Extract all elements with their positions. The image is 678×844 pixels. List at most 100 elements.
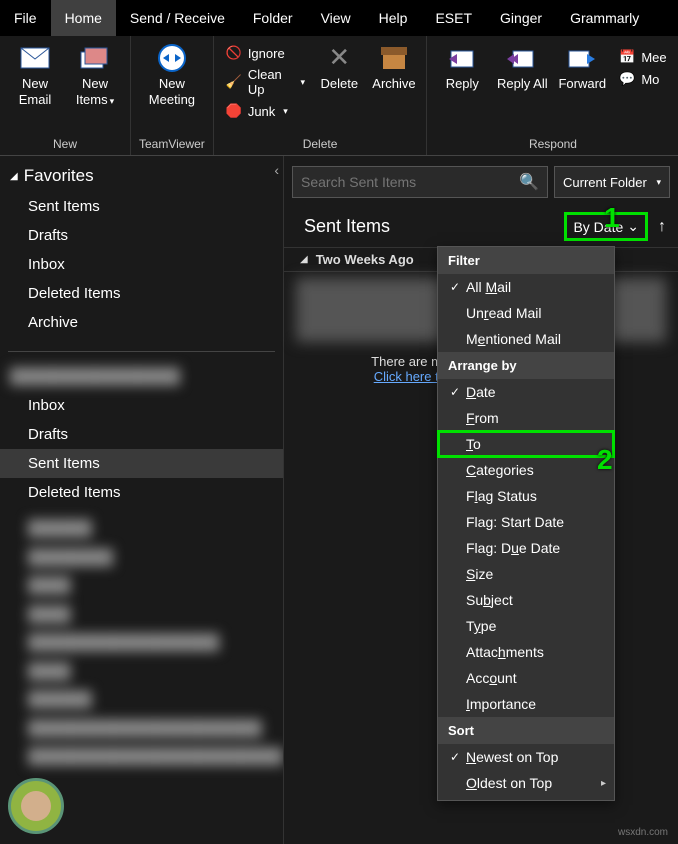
tab-send-receive[interactable]: Send / Receive xyxy=(116,0,239,36)
tab-grammarly[interactable]: Grammarly xyxy=(556,0,653,36)
fav-inbox[interactable]: Inbox xyxy=(0,250,283,279)
tab-file[interactable]: File xyxy=(0,0,51,36)
menu-tabs: FileHomeSend / ReceiveFolderViewHelpESET… xyxy=(0,0,678,36)
ribbon-group-respond: Reply Reply All Forward 📅Mee 💬Mo Respond xyxy=(427,36,678,155)
callout-2: 2 xyxy=(597,444,613,476)
ribbon-group-delete: 🚫Ignore 🧹Clean Up▾ 🛑Junk▾ ✕ Delete Archi… xyxy=(214,36,428,155)
tab-ginger[interactable]: Ginger xyxy=(486,0,556,36)
ribbon-group-teamviewer: New Meeting TeamViewer xyxy=(131,36,214,155)
submenu-icon: ▸ xyxy=(601,778,606,789)
arrange-item-0[interactable]: ✓Date xyxy=(438,379,614,405)
divider xyxy=(8,351,275,352)
junk-icon: 🛑 xyxy=(226,103,242,119)
sort-item-1[interactable]: Oldest on Top▸ xyxy=(438,770,614,796)
tab-home[interactable]: Home xyxy=(51,0,116,36)
chevron-down-icon: ▾ xyxy=(656,177,661,188)
fav-archive[interactable]: Archive xyxy=(0,308,283,337)
watermark: wsxdn.com xyxy=(618,827,668,838)
ribbon-group-new: New Email New Items▾ New xyxy=(0,36,131,155)
tab-help[interactable]: Help xyxy=(365,0,422,36)
menu-header-filter: Filter xyxy=(438,247,614,274)
group-label-delete: Delete xyxy=(303,135,338,153)
arrange-item-9[interactable]: Type xyxy=(438,613,614,639)
folder-list: InboxDraftsSent ItemsDeleted Items xyxy=(0,391,283,515)
reply-all-button[interactable]: Reply All xyxy=(495,40,549,92)
delete-icon: ✕ xyxy=(323,42,355,74)
fav-deleted-items[interactable]: Deleted Items xyxy=(0,279,283,308)
folder-sent-items[interactable]: Sent Items xyxy=(0,449,283,478)
arrange-item-1[interactable]: From xyxy=(438,405,614,431)
tab-eset[interactable]: ESET xyxy=(421,0,486,36)
sort-item-0[interactable]: ✓Newest on Top xyxy=(438,744,614,770)
filter-item-0[interactable]: ✓All Mail xyxy=(438,274,614,300)
arrange-item-6[interactable]: Flag: Due Date xyxy=(438,535,614,561)
account-header[interactable]: ████████████████ xyxy=(0,358,283,391)
callout-1: 1 xyxy=(604,202,620,234)
menu-header-arrange: Arrange by xyxy=(438,352,614,379)
arrange-item-2[interactable]: To xyxy=(438,431,614,457)
chevron-down-icon: ◢ xyxy=(300,254,308,265)
delete-button[interactable]: ✕ Delete xyxy=(315,40,364,92)
new-email-button[interactable]: New Email xyxy=(8,40,62,107)
reply-icon xyxy=(446,42,478,74)
calendar-icon: 📅 xyxy=(619,49,635,65)
appuals-logo xyxy=(8,778,64,834)
folder-deleted-items[interactable]: Deleted Items xyxy=(0,478,283,507)
group-label-respond: Respond xyxy=(529,135,577,153)
collapse-handle-icon[interactable]: ‹ xyxy=(274,162,279,178)
favorites-list: Sent ItemsDraftsInboxDeleted ItemsArchiv… xyxy=(0,192,283,345)
folder-pane: ‹ ◢ Favorites Sent ItemsDraftsInboxDelet… xyxy=(0,156,284,844)
filter-item-2[interactable]: Mentioned Mail xyxy=(438,326,614,352)
arrange-item-4[interactable]: Flag Status xyxy=(438,483,614,509)
teamviewer-icon xyxy=(156,42,188,74)
folder-title: Sent Items xyxy=(304,216,390,237)
junk-button[interactable]: 🛑Junk▾ xyxy=(222,102,309,120)
chevron-down-icon: ◢ xyxy=(10,171,18,182)
new-meeting-button[interactable]: New Meeting xyxy=(141,40,203,107)
new-meeting-label: New Meeting xyxy=(141,76,203,107)
reply-button[interactable]: Reply xyxy=(435,40,489,92)
check-icon: ✓ xyxy=(444,385,466,399)
cleanup-button[interactable]: 🧹Clean Up▾ xyxy=(222,66,309,98)
forward-icon xyxy=(566,42,598,74)
ignore-button[interactable]: 🚫Ignore xyxy=(222,44,309,62)
new-items-button[interactable]: New Items▾ xyxy=(68,40,122,107)
chevron-down-icon: ⌄ xyxy=(627,218,639,235)
menu-header-sort: Sort xyxy=(438,717,614,744)
check-icon: ✓ xyxy=(444,750,466,764)
search-icon[interactable]: 🔍 xyxy=(519,172,539,192)
forward-button[interactable]: Forward xyxy=(555,40,609,92)
arrange-item-5[interactable]: Flag: Start Date xyxy=(438,509,614,535)
more-respond-button[interactable]: 💬Mo xyxy=(615,70,670,88)
meeting-small-button[interactable]: 📅Mee xyxy=(615,48,670,66)
folder-drafts[interactable]: Drafts xyxy=(0,420,283,449)
check-icon: ✓ xyxy=(444,280,466,294)
filter-item-1[interactable]: Unread Mail xyxy=(438,300,614,326)
search-input[interactable] xyxy=(301,174,519,190)
favorites-header[interactable]: ◢ Favorites xyxy=(0,156,283,192)
mail-stack-icon xyxy=(79,42,111,74)
tab-folder[interactable]: Folder xyxy=(239,0,307,36)
search-box[interactable]: 🔍 xyxy=(292,166,548,198)
extra-folders: ████████████████████████████████████████… xyxy=(0,515,283,780)
archive-icon xyxy=(378,42,410,74)
more-icon: 💬 xyxy=(619,71,635,87)
search-scope-button[interactable]: Current Folder▾ xyxy=(554,166,670,198)
arrange-item-7[interactable]: Size xyxy=(438,561,614,587)
ribbon: New Email New Items▾ New New Meeting Tea… xyxy=(0,36,678,156)
arrange-item-11[interactable]: Account xyxy=(438,665,614,691)
arrange-item-10[interactable]: Attachments xyxy=(438,639,614,665)
arrange-item-12[interactable]: Importance xyxy=(438,691,614,717)
group-label-new: New xyxy=(53,135,77,153)
arrange-item-8[interactable]: Subject xyxy=(438,587,614,613)
sort-direction-button[interactable]: ↑ xyxy=(658,218,666,236)
folder-inbox[interactable]: Inbox xyxy=(0,391,283,420)
fav-drafts[interactable]: Drafts xyxy=(0,221,283,250)
fav-sent-items[interactable]: Sent Items xyxy=(0,192,283,221)
tab-view[interactable]: View xyxy=(307,0,365,36)
broom-icon: 🧹 xyxy=(226,74,242,90)
sort-filter-menu: Filter✓All MailUnread MailMentioned Mail… xyxy=(437,246,615,801)
archive-button[interactable]: Archive xyxy=(370,40,419,92)
arrange-item-3[interactable]: Categories xyxy=(438,457,614,483)
group-label-tv: TeamViewer xyxy=(139,135,205,153)
